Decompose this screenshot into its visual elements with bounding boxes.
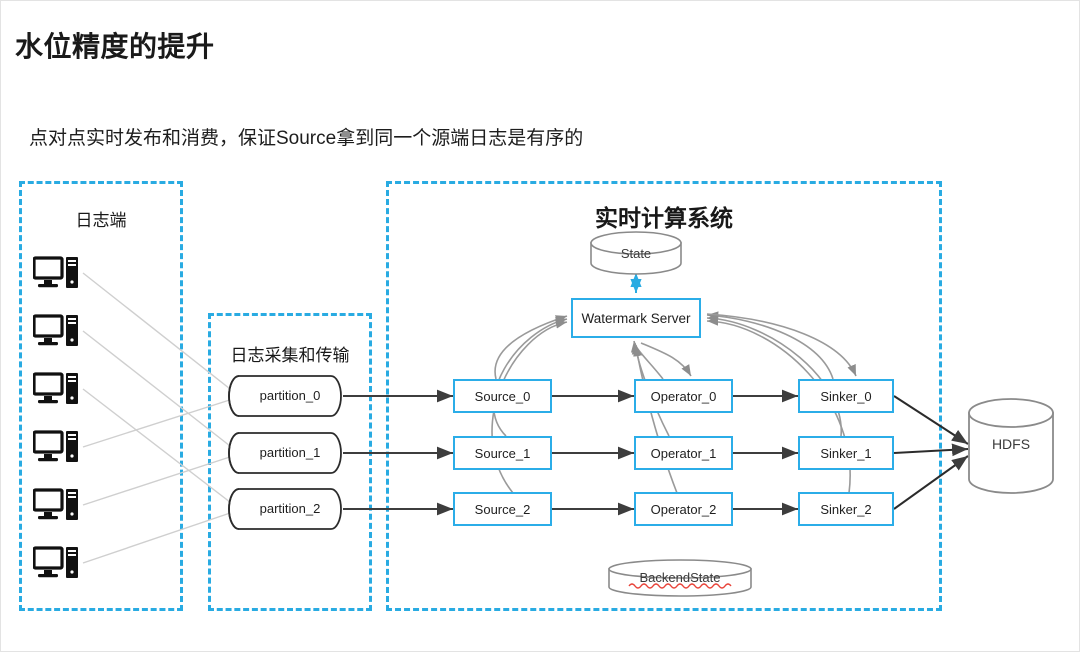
source-0-label: Source_0: [474, 388, 531, 404]
source-2-box[interactable]: Source_2: [453, 492, 552, 526]
hdfs-store-label: HDFS: [991, 436, 1031, 452]
desktop-computer-icon: [32, 546, 79, 580]
source-0-box[interactable]: Source_0: [453, 379, 552, 413]
desktop-computer-icon: [32, 372, 79, 406]
watermark-server-label: Watermark Server: [581, 310, 691, 326]
page-title: 水位精度的提升: [15, 31, 215, 62]
sinker-2-box[interactable]: Sinker_2: [798, 492, 894, 526]
desktop-computer-icon: [32, 488, 79, 522]
panel-title-realtime-compute: 实时计算系统: [595, 205, 733, 231]
desktop-computer-icon: [32, 430, 79, 464]
source-2-label: Source_2: [474, 501, 531, 517]
watermark-server-box[interactable]: Watermark Server: [571, 298, 701, 338]
sinker-0-label: Sinker_0: [820, 388, 872, 404]
sinker-0-box[interactable]: Sinker_0: [798, 379, 894, 413]
operator-0-label: Operator_0: [650, 388, 717, 404]
slide-background: 水位精度的提升 点对点实时发布和消费，保证Source拿到同一个源端日志是有序的…: [1, 1, 1079, 651]
operator-1-box[interactable]: Operator_1: [634, 436, 733, 470]
sinker-1-label: Sinker_1: [820, 445, 872, 461]
source-1-box[interactable]: Source_1: [453, 436, 552, 470]
sinker-2-label: Sinker_2: [820, 501, 872, 517]
operator-2-box[interactable]: Operator_2: [634, 492, 733, 526]
source-1-label: Source_1: [474, 445, 531, 461]
panel-title-log-collect: 日志采集和传输: [230, 346, 350, 365]
operator-0-box[interactable]: Operator_0: [634, 379, 733, 413]
desktop-computer-icon: [32, 256, 79, 290]
page-subtitle: 点对点实时发布和消费，保证Source拿到同一个源端日志是有序的: [29, 128, 584, 149]
slide-canvas: 水位精度的提升 点对点实时发布和消费，保证Source拿到同一个源端日志是有序的…: [0, 0, 1080, 652]
panel-title-log-endpoint: 日志端: [75, 211, 127, 230]
desktop-computer-icon: [32, 314, 79, 348]
operator-1-label: Operator_1: [650, 445, 717, 461]
operator-2-label: Operator_2: [650, 501, 717, 517]
sinker-1-box[interactable]: Sinker_1: [798, 436, 894, 470]
